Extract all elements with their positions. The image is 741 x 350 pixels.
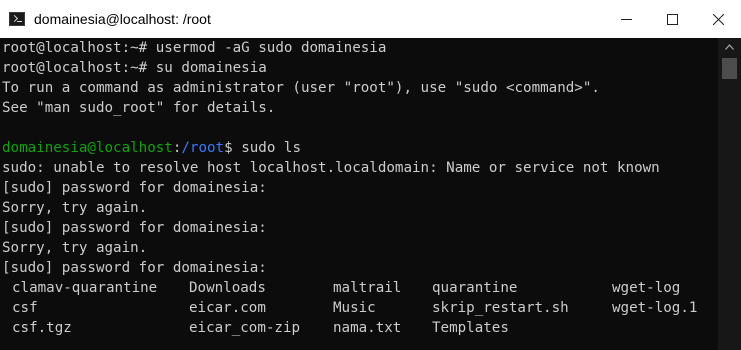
terminal-line: See "man sudo_root" for details. xyxy=(2,100,276,116)
ls-entry: wget-log.1 xyxy=(612,300,698,316)
prompt-command: sudo ls xyxy=(232,140,301,156)
ls-entry: eicar_com-zip xyxy=(189,320,301,336)
scroll-up-button[interactable] xyxy=(718,38,741,55)
terminal-line: sudo: unable to resolve host localhost.l… xyxy=(2,160,660,176)
prompt-symbol: $ xyxy=(224,140,233,156)
title-bar[interactable]: domainesia@localhost: /root xyxy=(0,0,741,38)
chevron-up-icon xyxy=(725,43,734,50)
ls-entry: eicar.com xyxy=(189,300,266,316)
prompt-user-host: domainesia@localhost xyxy=(2,140,173,156)
close-icon xyxy=(712,13,724,25)
prompt-line: domainesia@localhost:/root$ sudo ls xyxy=(2,138,718,158)
terminal-line: root@localhost:~# usermod -aG sudo domai… xyxy=(2,40,387,56)
ls-entry: csf xyxy=(12,300,38,316)
ls-output-row: clamav-quarantine Downloads maltrail qua… xyxy=(2,278,718,298)
vertical-scrollbar[interactable] xyxy=(718,38,741,350)
terminal-line: To run a command as administrator (user … xyxy=(2,80,600,96)
ls-entry: csf.tgz xyxy=(12,320,72,336)
ls-output-row: csf eicar.com Music skrip_restart.sh wge… xyxy=(2,298,718,318)
window-title: domainesia@localhost: /root xyxy=(34,11,211,27)
ls-entry: Downloads xyxy=(189,280,266,296)
terminal-line: [sudo] password for domainesia: xyxy=(2,180,267,196)
prompt-path: /root xyxy=(181,140,225,156)
terminal-line: root@localhost:~# su domainesia xyxy=(2,60,267,76)
minimize-button[interactable] xyxy=(603,0,649,38)
ls-entry: Music xyxy=(333,300,376,316)
console-app-icon[interactable] xyxy=(9,12,25,26)
ls-output-row: csf.tgz eicar_com-zip nama.txt Templates xyxy=(2,318,718,338)
terminal-line: Sorry, try again. xyxy=(2,240,148,256)
ls-entry: clamav-quarantine xyxy=(12,280,158,296)
ls-entry: Templates xyxy=(432,320,509,336)
minimize-icon xyxy=(620,18,632,20)
terminal-line: Sorry, try again. xyxy=(2,200,148,216)
ls-entry: skrip_restart.sh xyxy=(432,300,569,316)
maximize-icon xyxy=(666,13,678,25)
terminal-window: domainesia@localhost: /root root@localho… xyxy=(0,0,741,350)
terminal-line: [sudo] password for domainesia: xyxy=(2,220,267,236)
terminal-line: [sudo] password for domainesia: xyxy=(2,260,267,276)
ls-entry: maltrail xyxy=(333,280,402,296)
ls-entry: nama.txt xyxy=(333,320,402,336)
ls-entry: quarantine xyxy=(432,280,518,296)
close-button[interactable] xyxy=(695,0,741,38)
ls-entry: wget-log xyxy=(612,280,681,296)
maximize-button[interactable] xyxy=(649,0,695,38)
scrollbar-thumb[interactable] xyxy=(722,58,737,79)
terminal-output[interactable]: root@localhost:~# usermod -aG sudo domai… xyxy=(0,38,718,350)
ls-entry xyxy=(612,318,712,338)
